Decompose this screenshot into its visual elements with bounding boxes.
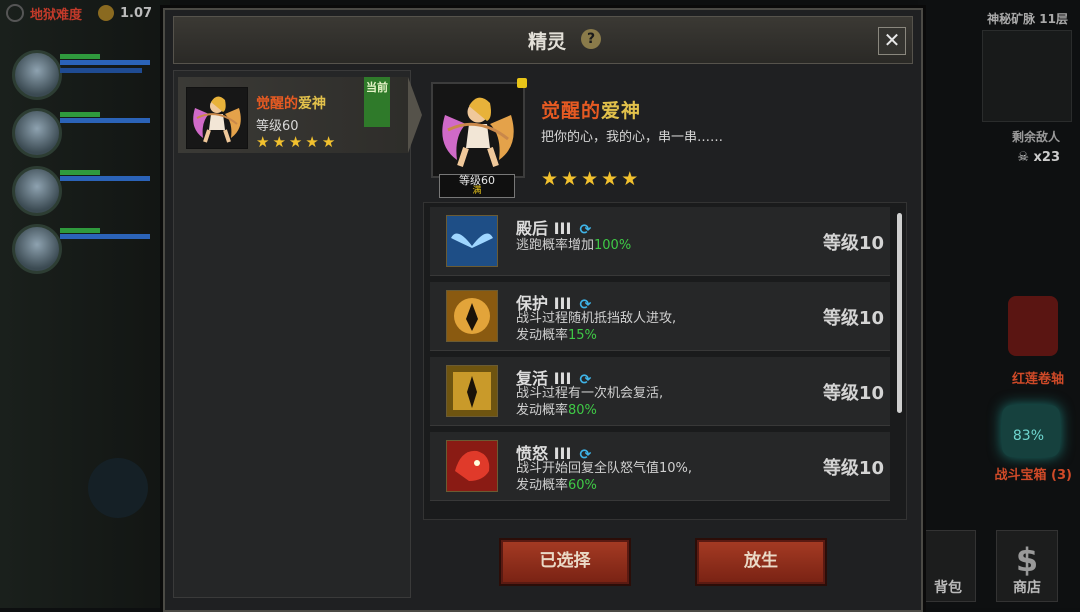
skill-desc: 战斗开始回复全队怒气值10%, 发动概率60% [516,461,693,493]
shop-label: 商店 [1013,580,1041,596]
top-status: 地狱难度 1.07 [0,0,176,26]
skill-desc: 战斗过程随机抵挡敌人进攻, 发动概率15% [516,311,677,343]
coin-icon [98,5,115,21]
revive-figure-icon [446,365,498,417]
skill-level: 等级10 [822,383,884,404]
star-icon: ★ [288,133,303,151]
hero-slot[interactable] [8,166,158,216]
star-rating: ★ ★ ★ ★ ★ [541,168,639,190]
star-icon: ★ [581,168,599,190]
chest-label: 战斗宝箱 (3) [994,468,1072,483]
scrollbar[interactable] [897,213,902,413]
enemy-count: ☠ x23 [1017,150,1060,165]
star-icon: ★ [256,133,270,151]
mp-bar [60,60,150,65]
dialog-title: 精灵 [528,31,567,53]
close-button[interactable]: ✕ [878,27,906,55]
dollar-icon: $ [1015,541,1039,579]
hp-bar [60,228,100,233]
avatar [12,50,62,100]
hero-slot[interactable] [8,108,158,158]
xp-bar [60,68,142,73]
gear-icon[interactable] [6,4,24,22]
hp-bar [60,112,100,117]
joystick[interactable] [88,458,148,518]
skill-level: 等级10 [822,458,884,479]
star-rating: ★ ★ ★ ★ ★ [256,135,335,150]
bag-label: 背包 [934,580,962,596]
star-icon: ★ [272,133,286,151]
current-tag: 当前 [364,77,390,127]
star-icon: ★ [321,133,336,151]
mp-bar [60,118,150,123]
map-title: 神秘矿脉 11层 [987,12,1068,26]
star-icon: ★ [541,168,559,190]
sprite-detail: 等级60 满 觉醒的爱神 把你的心，我的心，串一串…… ★ ★ ★ ★ ★ 殿后 III… [419,70,909,596]
refresh-icon[interactable]: ⟳ [579,222,591,238]
mp-bar [60,176,150,181]
shop-button[interactable]: $ 商店 [996,530,1058,602]
hero-slot[interactable] [8,224,158,274]
star-icon: ★ [601,168,619,190]
level-badge: 等级60 满 [439,174,515,198]
release-button[interactable]: 放生 [697,540,825,584]
scroll-label: 红莲卷轴 [1011,372,1064,387]
beast-rage-icon [446,440,498,492]
scroll-icon[interactable] [1008,296,1058,356]
skill-row[interactable]: 殿后 III ⟳ 逃跑概率增加100% 等级10 [430,207,890,276]
cupid-portrait-icon [431,82,525,178]
hp-bar [60,54,100,59]
hero-slot[interactable] [8,50,158,100]
skill-row[interactable]: 复活 III ⟳ 战斗过程有一次机会复活, 发动概率80% 等级10 [430,357,890,426]
selected-button[interactable]: 已选择 [501,540,629,584]
sprite-name: 觉醒的爱神 [256,96,326,112]
chest-progress: 83% [1012,428,1044,444]
coin-value: 1.07 [120,5,153,21]
sprite-dialog: 精灵 ? ✕ 觉醒的爱神 等级60 ★ ★ ★ ★ ★ 当前 等级60 满 觉醒… [163,8,923,612]
avatar [12,224,62,274]
star-icon: ★ [305,133,319,151]
skill-level: 等级10 [822,308,884,329]
hp-bar [60,170,100,175]
star-icon: ★ [561,168,579,190]
mp-bar [60,234,150,239]
sprite-list-item[interactable]: 觉醒的爱神 等级60 ★ ★ ★ ★ ★ 当前 [178,77,422,153]
difficulty-label: 地狱难度 [30,7,83,23]
detail-description: 把你的心，我的心，串一串…… [541,130,724,145]
skill-row[interactable]: 保护 III ⟳ 战斗过程随机抵挡敌人进攻, 发动概率15% 等级10 [430,282,890,351]
star-icon: ★ [621,168,639,190]
skill-desc: 逃跑概率增加100% [516,238,632,253]
skill-title: 殿后 III ⟳ [516,219,592,238]
right-sidebar: 神秘矿脉 11层 剩余敌人 ☠ x23 红莲卷轴 83% 战斗宝箱 (3) 背包… [918,0,1080,608]
shield-figure-icon [446,290,498,342]
wings-icon [446,215,498,267]
dialog-header: 精灵 ? ✕ [173,16,913,64]
help-icon[interactable]: ? [581,29,601,49]
detail-name: 觉醒的爱神 [541,100,642,122]
enemy-label: 剩余敌人 [1011,130,1060,144]
cupid-portrait-icon [186,87,248,149]
skill-list[interactable]: 殿后 III ⟳ 逃跑概率增加100% 等级10 保护 III ⟳ 战斗过程随机抵挡… [423,202,907,520]
avatar [12,108,62,158]
sprite-list: 觉醒的爱神 等级60 ★ ★ ★ ★ ★ 当前 [173,70,422,598]
skull-icon: ☠ [1017,150,1034,165]
skill-row[interactable]: 愤怒 III ⟳ 战斗开始回复全队怒气值10%, 发动概率60% 等级10 [430,432,890,501]
sprite-level: 等级60 [256,119,299,134]
avatar [12,166,62,216]
minimap[interactable] [982,30,1072,122]
hero-sidebar: 地狱难度 1.07 [0,0,170,608]
skill-desc: 战斗过程有一次机会复活, 发动概率80% [516,386,664,418]
bag-button[interactable]: 背包 [920,530,976,602]
skill-level: 等级10 [822,233,884,254]
lock-icon[interactable] [517,78,527,88]
